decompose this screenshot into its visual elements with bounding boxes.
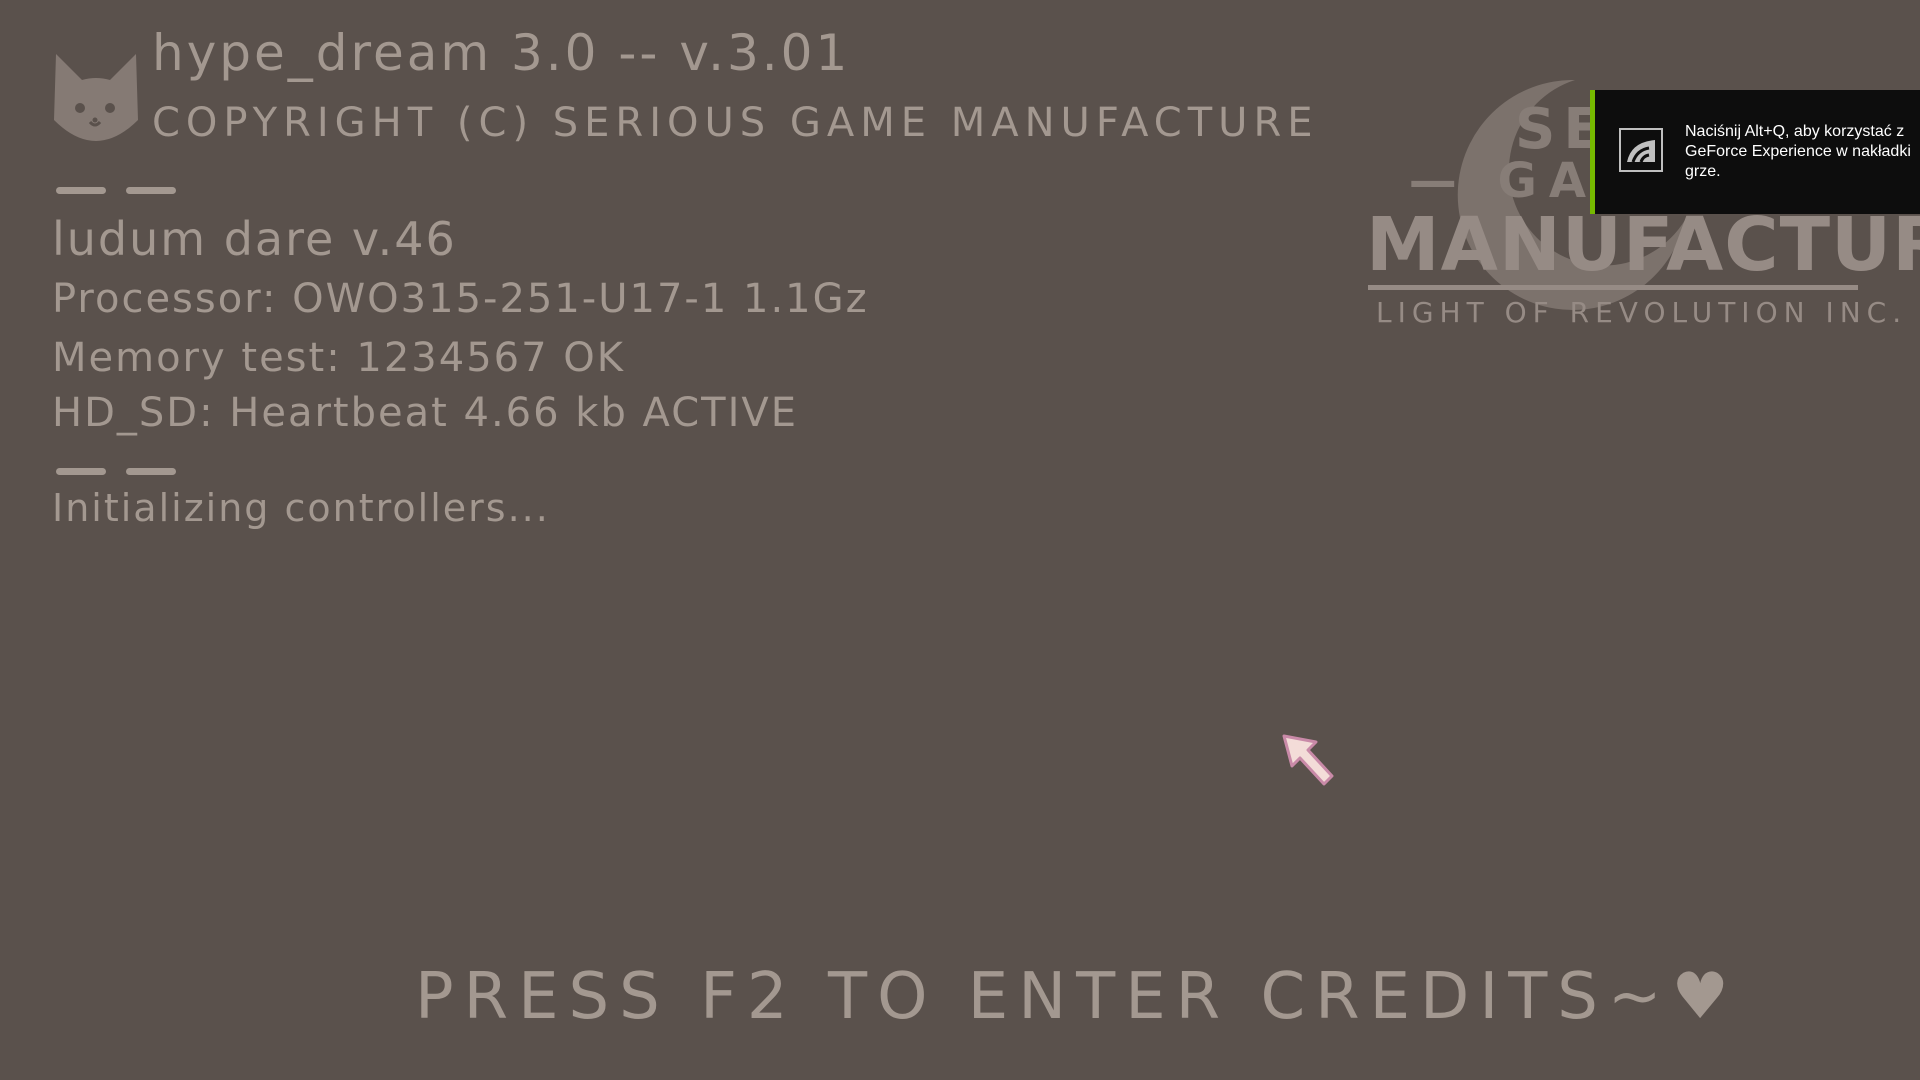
geforce-notification[interactable]: Naciśnij Alt+Q, aby korzystać z GeForce … <box>1590 90 1920 214</box>
mouse-cursor-icon <box>1282 734 1334 786</box>
watermark-underline <box>1368 285 1858 290</box>
watermark-manufacture: MANUFACTURE <box>1366 202 1920 288</box>
separator-dashes <box>56 187 176 194</box>
cat-logo-icon <box>54 54 138 141</box>
notification-text: Naciśnij Alt+Q, aby korzystać z GeForce … <box>1685 123 1911 180</box>
watermark-tagline: LIGHT OF REVOLUTION INC. <box>1376 296 1908 329</box>
geforce-logo-icon <box>1619 128 1663 172</box>
separator-dashes <box>56 468 176 475</box>
bios-processor: Processor: OWO315-251-U17-1 1.1Gz <box>52 276 869 322</box>
bios-init-status: Initializing controllers... <box>52 486 550 530</box>
boot-screen: hype_dream 3.0 -- v.3.01 COPYRIGHT (C) S… <box>0 0 1920 1080</box>
bios-hd-status: HD_SD: Heartbeat 4.66 kb ACTIVE <box>52 390 799 436</box>
bios-game-version: ludum dare v.46 <box>52 212 457 266</box>
credits-prompt: PRESS F2 TO ENTER CREDITS~♥ <box>415 960 1739 1034</box>
bios-copyright: COPYRIGHT (C) SERIOUS GAME MANUFACTURE <box>152 100 1319 146</box>
bios-memory-test: Memory test: 1234567 OK <box>52 335 625 381</box>
bios-title: hype_dream 3.0 -- v.3.01 <box>152 24 851 82</box>
